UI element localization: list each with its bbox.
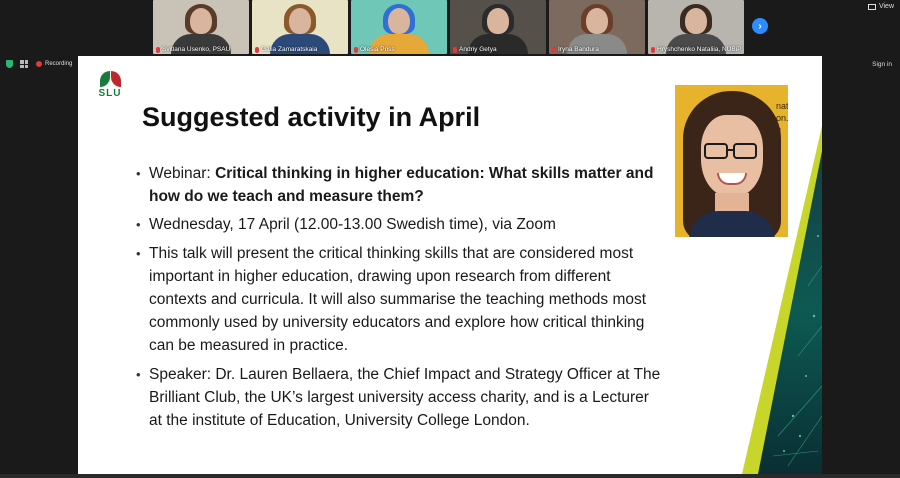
recording-label: Recording <box>45 61 73 67</box>
participant-name-label: Andriy Getya <box>459 46 497 53</box>
participant-strip: Svitlana Usenko, PSAU Galia Zamaratskaia O… <box>0 0 900 56</box>
slide-decoration <box>742 126 822 474</box>
app-grid-icon[interactable] <box>20 60 28 68</box>
participant-name: Svitlana Usenko, PSAU <box>156 46 230 53</box>
participant-name: Andriy Getya <box>453 46 497 53</box>
recording-indicator[interactable]: Recording <box>36 61 72 67</box>
participant-tile[interactable]: Andriy Getya <box>450 0 546 54</box>
view-button[interactable]: View <box>867 3 894 10</box>
participant-tile[interactable]: Svitlana Usenko, PSAU <box>153 0 249 54</box>
sign-in-link[interactable]: Sign in <box>872 61 892 68</box>
video-tiles: Svitlana Usenko, PSAU Galia Zamaratskaia O… <box>153 0 744 54</box>
view-label: View <box>878 3 894 10</box>
muted-mic-icon <box>651 46 655 53</box>
participant-tile[interactable]: Hryshchenko Nataliia, NUBiP <box>648 0 744 54</box>
participant-name-label: Galia Zamaratskaia <box>261 46 318 53</box>
participant-name-label: Iryna Bandura <box>558 46 599 53</box>
participant-name-label: Hryshchenko Nataliia, NUBiP <box>657 46 742 53</box>
security-shield-icon[interactable] <box>6 60 13 68</box>
participant-name: Iryna Bandura <box>552 46 599 53</box>
record-dot-icon <box>36 61 42 67</box>
muted-mic-icon <box>453 46 457 53</box>
muted-mic-icon <box>255 46 259 53</box>
participant-name-label: Svitlana Usenko, PSAU <box>162 46 231 53</box>
participant-name-label: Olesia Priss <box>360 46 395 53</box>
participant-name: Galia Zamaratskaia <box>255 46 317 53</box>
muted-mic-icon <box>354 46 358 53</box>
view-icon <box>867 3 876 10</box>
participant-tile[interactable]: Olesia Priss <box>351 0 447 54</box>
next-participants-button[interactable]: › <box>752 18 768 34</box>
muted-mic-icon <box>552 46 556 53</box>
participant-name: Olesia Priss <box>354 46 395 53</box>
participant-tile[interactable]: Iryna Bandura <box>549 0 645 54</box>
participant-tile[interactable]: Galia Zamaratskaia <box>252 0 348 54</box>
bottom-bar <box>0 474 900 478</box>
participant-name: Hryshchenko Nataliia, NUBiP <box>651 46 742 53</box>
shared-slide: SLU Suggested activity in April Webinar:… <box>78 56 822 474</box>
muted-mic-icon <box>156 46 160 53</box>
